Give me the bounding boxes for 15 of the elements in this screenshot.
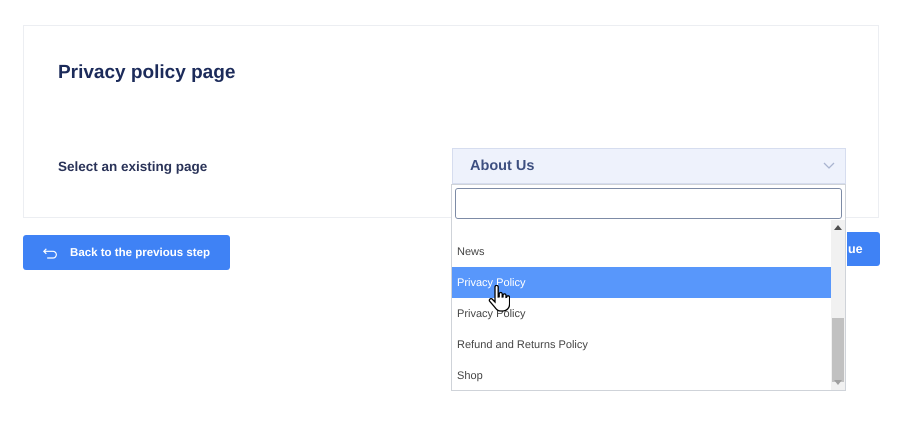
scrollbar-thumb[interactable] (832, 318, 844, 382)
scroll-up-icon[interactable] (834, 224, 842, 230)
return-arrow-icon (43, 246, 58, 258)
page-title: Privacy policy page (58, 62, 236, 84)
scroll-down-icon[interactable] (834, 380, 842, 386)
continue-button[interactable]: ue (847, 232, 880, 266)
scrollbar[interactable] (831, 220, 845, 390)
dropdown-option[interactable]: Refund and Returns Policy (452, 329, 832, 360)
back-button[interactable]: Back to the previous step (23, 235, 230, 270)
search-field[interactable] (455, 188, 842, 219)
dropdown-option[interactable]: Shop (452, 360, 832, 391)
chevron-icon (823, 162, 835, 170)
page-select[interactable]: About Us (452, 148, 846, 184)
dropdown-option[interactable]: News (452, 236, 832, 267)
field-label: Select an existing page (58, 159, 208, 174)
